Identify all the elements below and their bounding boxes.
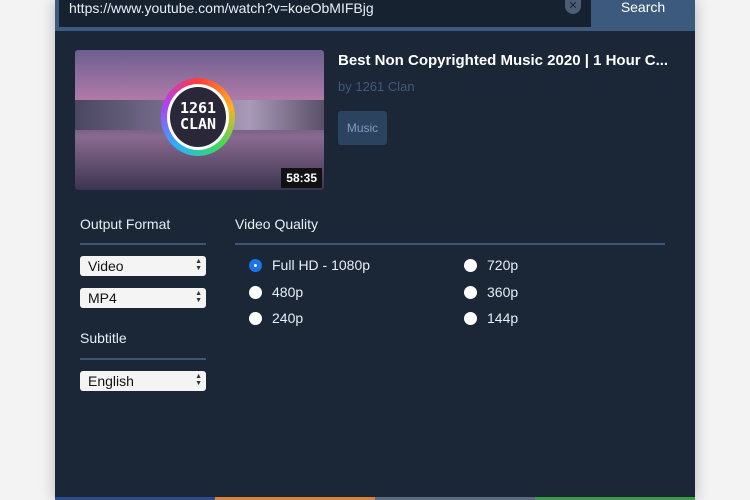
close-circle-icon[interactable]: ✕: [565, 0, 581, 14]
radio[interactable]: [464, 285, 477, 299]
radio[interactable]: [249, 311, 262, 325]
container-select[interactable]: MP4 ▲ ▼: [80, 288, 206, 308]
subtitle-select[interactable]: English ▲ ▼: [80, 371, 206, 391]
video-title: Best Non Copyrighted Music 2020 | 1 Hour…: [338, 52, 669, 69]
search-button[interactable]: Search: [591, 0, 695, 27]
radio-label: 360p: [487, 284, 519, 300]
radio-label: 240p: [272, 310, 304, 326]
quality-radio-240p[interactable]: 240p: [249, 310, 303, 326]
category-tag: Music: [338, 111, 387, 145]
format-type-select[interactable]: Video ▲ ▼: [80, 256, 206, 276]
video-thumbnail[interactable]: 1261 CLAN 58:35: [75, 50, 324, 190]
subtitle-label: Subtitle: [80, 330, 127, 346]
container-value: MP4: [88, 290, 117, 306]
divider: [80, 243, 206, 245]
radio[interactable]: [249, 285, 262, 299]
quality-radio-1080p[interactable]: Full HD - 1080p: [249, 257, 370, 273]
updown-chevron-icon: ▲ ▼: [195, 290, 202, 304]
updown-chevron-icon: ▲ ▼: [195, 258, 202, 272]
radio-selected[interactable]: [249, 258, 262, 272]
quality-radio-144p[interactable]: 144p: [464, 310, 518, 326]
output-format-label: Output Format: [80, 216, 171, 232]
url-input[interactable]: https://www.youtube.com/watch?v=koeObMIF…: [59, 0, 591, 27]
quality-radio-480p[interactable]: 480p: [249, 284, 303, 300]
video-quality-label: Video Quality: [235, 216, 319, 232]
app-window: https://www.youtube.com/watch?v=koeObMIF…: [55, 0, 695, 500]
video-duration: 58:35: [281, 168, 322, 188]
subtitle-value: English: [88, 373, 134, 389]
updown-chevron-icon: ▲ ▼: [195, 373, 202, 387]
divider: [80, 358, 206, 360]
radio-label: 720p: [487, 257, 519, 273]
quality-radio-360p[interactable]: 360p: [464, 284, 518, 300]
radio[interactable]: [464, 311, 477, 325]
radio[interactable]: [464, 258, 477, 272]
divider: [235, 243, 665, 245]
radio-label: 480p: [272, 284, 304, 300]
radio-label: Full HD - 1080p: [272, 257, 371, 273]
radio-label: 144p: [487, 310, 519, 326]
search-bar: https://www.youtube.com/watch?v=koeObMIF…: [55, 0, 695, 31]
url-text: https://www.youtube.com/watch?v=koeObMIF…: [69, 0, 374, 16]
format-type-value: Video: [88, 258, 124, 274]
video-channel[interactable]: by 1261 Clan: [338, 79, 415, 94]
channel-logo: 1261 CLAN: [161, 78, 235, 156]
quality-radio-720p[interactable]: 720p: [464, 257, 518, 273]
